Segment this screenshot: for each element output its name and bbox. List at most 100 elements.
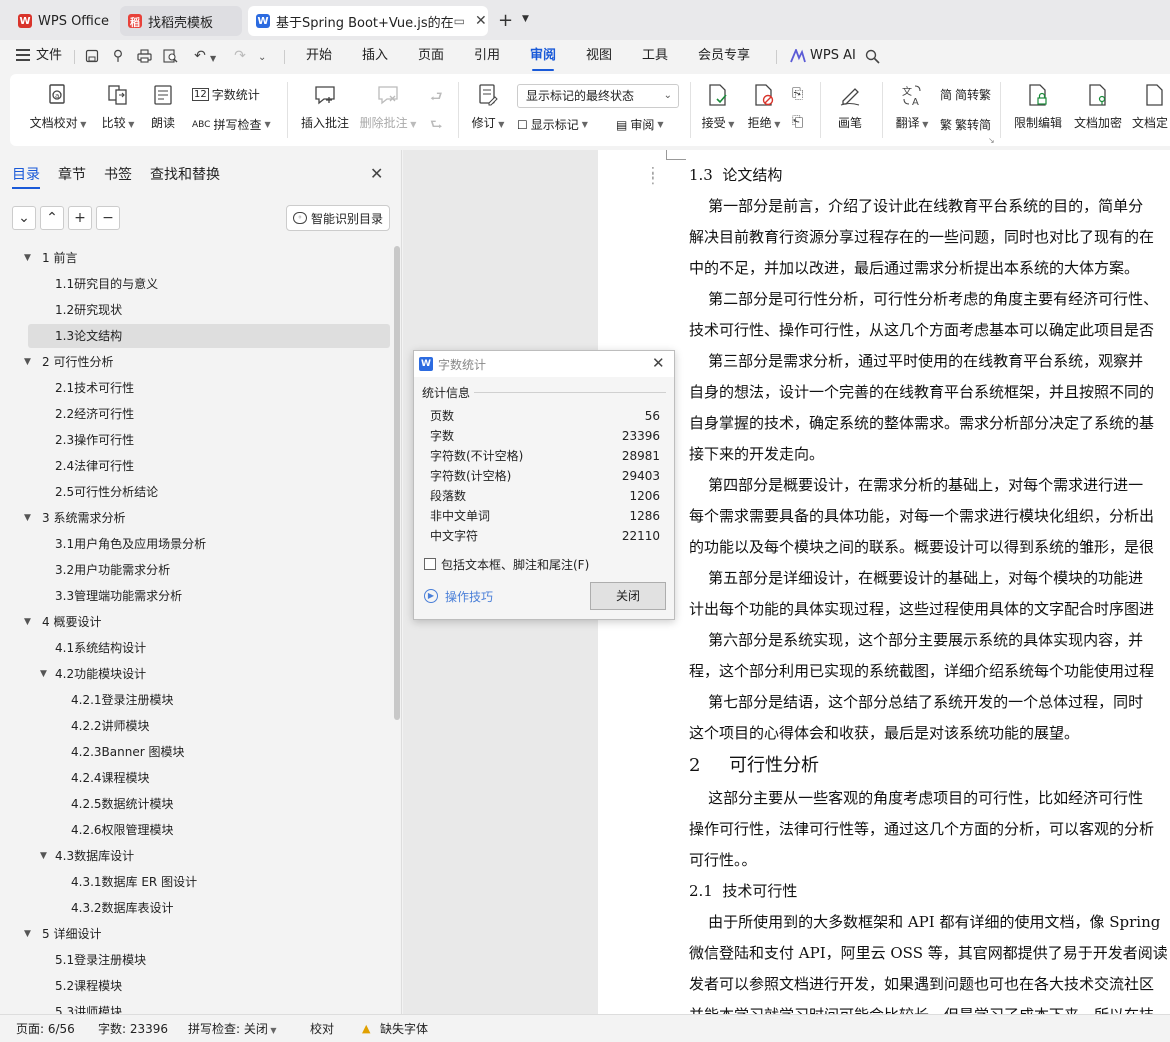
expand-triangle-icon[interactable]: ▼: [24, 513, 31, 523]
reject-button[interactable]: 拒绝 ▼: [744, 82, 784, 131]
menu-membership[interactable]: 会员专享: [698, 40, 750, 72]
menu-tools[interactable]: 工具: [642, 40, 668, 72]
toc-item[interactable]: 4.2.6权限管理模块: [71, 818, 174, 842]
toc-item[interactable]: 2.3操作可行性: [55, 428, 134, 452]
tab-list-chevron-icon[interactable]: ▼: [522, 14, 529, 24]
toc-item[interactable]: 3 系统需求分析: [42, 506, 125, 530]
collapse-chevron-down-icon[interactable]: ⌄: [12, 206, 36, 230]
tab-monitor-icon[interactable]: ▭: [454, 14, 465, 28]
toc-item[interactable]: 4.3.2数据库表设计: [71, 896, 174, 920]
encrypt-button[interactable]: 文档加密: [1072, 82, 1124, 131]
toc-item[interactable]: 3.2用户功能需求分析: [55, 558, 170, 582]
restrict-edit-button[interactable]: 限制编辑: [1012, 82, 1064, 131]
quick-access-more-icon[interactable]: ⌄: [258, 52, 266, 63]
show-markup-button[interactable]: ☐ 显示标记 ▼: [517, 116, 588, 133]
toc-item[interactable]: 1.1研究目的与意义: [55, 272, 158, 296]
new-tab-plus-icon[interactable]: +: [498, 10, 513, 31]
wps-ai-icon[interactable]: [790, 47, 806, 63]
toc-item[interactable]: 4.2.2讲师模块: [71, 714, 150, 738]
save-icon[interactable]: [82, 46, 102, 66]
expand-triangle-icon[interactable]: ▼: [24, 357, 31, 367]
close-pane-icon[interactable]: ✕: [370, 164, 383, 183]
accept-button[interactable]: 接受 ▼: [698, 82, 738, 131]
toc-item[interactable]: 2.5可行性分析结论: [55, 480, 158, 504]
doc-check-button[interactable]: a 文档校对 ▼: [28, 82, 88, 131]
remove-heading-minus-icon[interactable]: −: [96, 206, 120, 230]
toc-item[interactable]: 4.2功能模块设计: [55, 662, 146, 686]
toc-item[interactable]: 1 前言: [42, 248, 77, 270]
toc-item[interactable]: 3.3管理端功能需求分析: [55, 584, 182, 608]
expand-chevron-up-icon[interactable]: ⌃: [40, 206, 64, 230]
insert-comment-button[interactable]: 插入批注: [300, 82, 350, 131]
expand-triangle-icon[interactable]: ▼: [40, 851, 47, 861]
track-changes-button[interactable]: 修订 ▼: [468, 82, 508, 131]
undo-dropdown-icon[interactable]: ▼: [210, 54, 216, 63]
drag-handle-icon[interactable]: ⋮ ⋮: [646, 166, 660, 186]
toc-item[interactable]: 4.2.4课程模块: [71, 766, 150, 790]
tips-link[interactable]: 操作技巧: [445, 588, 493, 605]
toc-item[interactable]: 3.1用户角色及应用场景分析: [55, 532, 206, 556]
tab-template[interactable]: 稻 找稻壳模板: [120, 6, 242, 36]
dialog-close-icon[interactable]: ✕: [652, 354, 665, 372]
undo-icon[interactable]: ↶: [190, 46, 210, 66]
toc-item[interactable]: 4.3数据库设计: [55, 844, 134, 868]
read-aloud-button[interactable]: 朗读: [148, 82, 178, 131]
toc-item[interactable]: 4.3.1数据库 ER 图设计: [71, 870, 197, 894]
next-change-icon[interactable]: ⎗: [792, 114, 803, 130]
tab-document[interactable]: W 基于Spring Boot+Vue.js的在 ▭ ✕: [248, 6, 488, 36]
translate-button[interactable]: 文A 翻译 ▼: [890, 82, 934, 131]
menu-wps-ai[interactable]: WPS AI: [810, 40, 856, 72]
prev-change-icon[interactable]: ⎘: [792, 86, 803, 102]
prev-comment-icon[interactable]: ⮐: [430, 86, 443, 110]
toc-item[interactable]: 2 可行性分析: [42, 350, 113, 374]
toc-item[interactable]: 4.2.3Banner 图模块: [71, 740, 184, 764]
markup-state-select[interactable]: 显示标记的最终状态 ⌄: [517, 84, 679, 108]
toc-item[interactable]: 4.1系统结构设计: [55, 636, 146, 660]
pen-button[interactable]: 画笔: [834, 82, 866, 131]
toc-item[interactable]: 4 概要设计: [42, 610, 101, 634]
toc-item[interactable]: 4.2.5数据统计模块: [71, 792, 174, 816]
print-preview-icon[interactable]: [160, 46, 180, 66]
tab-chapters[interactable]: 章节: [58, 164, 86, 184]
toc-item[interactable]: 4.2.1登录注册模块: [71, 688, 174, 712]
status-page[interactable]: 页面: 6/56: [16, 1015, 75, 1042]
toc-scrollbar[interactable]: [394, 246, 400, 720]
trad-to-simp-button[interactable]: 繁繁转简: [940, 116, 991, 133]
status-spell-check[interactable]: 拼写检查: 关闭 ▼: [188, 1015, 277, 1042]
toc-item[interactable]: 5 详细设计: [42, 922, 101, 946]
toc-item[interactable]: 2.1技术可行性: [55, 376, 134, 400]
menu-references[interactable]: 引用: [474, 40, 500, 72]
status-missing-font[interactable]: 缺失字体: [380, 1015, 428, 1042]
tab-wps-office[interactable]: W WPS Office: [10, 6, 114, 36]
redo-icon[interactable]: ↷: [230, 46, 250, 66]
toc-item[interactable]: 2.2经济可行性: [55, 402, 134, 426]
toc-item[interactable]: 5.3讲师模块: [55, 1000, 122, 1014]
status-word-count[interactable]: 字数: 23396: [98, 1015, 168, 1042]
finalize-button[interactable]: 文档定: [1132, 82, 1170, 131]
expand-triangle-icon[interactable]: ▼: [24, 253, 31, 263]
menu-file[interactable]: 文件: [36, 40, 62, 72]
toc-item[interactable]: 1.3论文结构: [28, 324, 390, 348]
compare-button[interactable]: 比较 ▼: [98, 82, 138, 131]
menu-page[interactable]: 页面: [418, 40, 444, 72]
tab-find-replace[interactable]: 查找和替换: [150, 164, 220, 184]
word-count-button[interactable]: 12 字数统计: [192, 86, 260, 103]
print-icon[interactable]: [134, 46, 154, 66]
menu-review[interactable]: 审阅: [530, 40, 556, 72]
simp-to-trad-button[interactable]: 简简转繁: [940, 86, 991, 103]
tab-toc[interactable]: 目录: [12, 164, 40, 189]
dialog-close-button[interactable]: 关闭: [590, 582, 666, 610]
menu-insert[interactable]: 插入: [362, 40, 388, 72]
delete-comment-button[interactable]: 删除批注 ▼: [358, 82, 418, 131]
tab-close-icon[interactable]: ✕: [475, 13, 487, 29]
toc-item[interactable]: 5.1登录注册模块: [55, 948, 146, 972]
tab-bookmarks[interactable]: 书签: [104, 164, 132, 184]
expand-triangle-icon[interactable]: ▼: [24, 617, 31, 627]
toc-item[interactable]: 5.2课程模块: [55, 974, 122, 998]
expand-triangle-icon[interactable]: ▼: [24, 929, 31, 939]
smart-toc-button[interactable]: ◦ 智能识别目录: [286, 205, 390, 231]
menu-home[interactable]: 开始: [306, 40, 332, 72]
expand-triangle-icon[interactable]: ▼: [40, 669, 47, 679]
toc-item[interactable]: 1.2研究现状: [55, 298, 122, 322]
include-textbox-checkbox[interactable]: [424, 558, 436, 570]
